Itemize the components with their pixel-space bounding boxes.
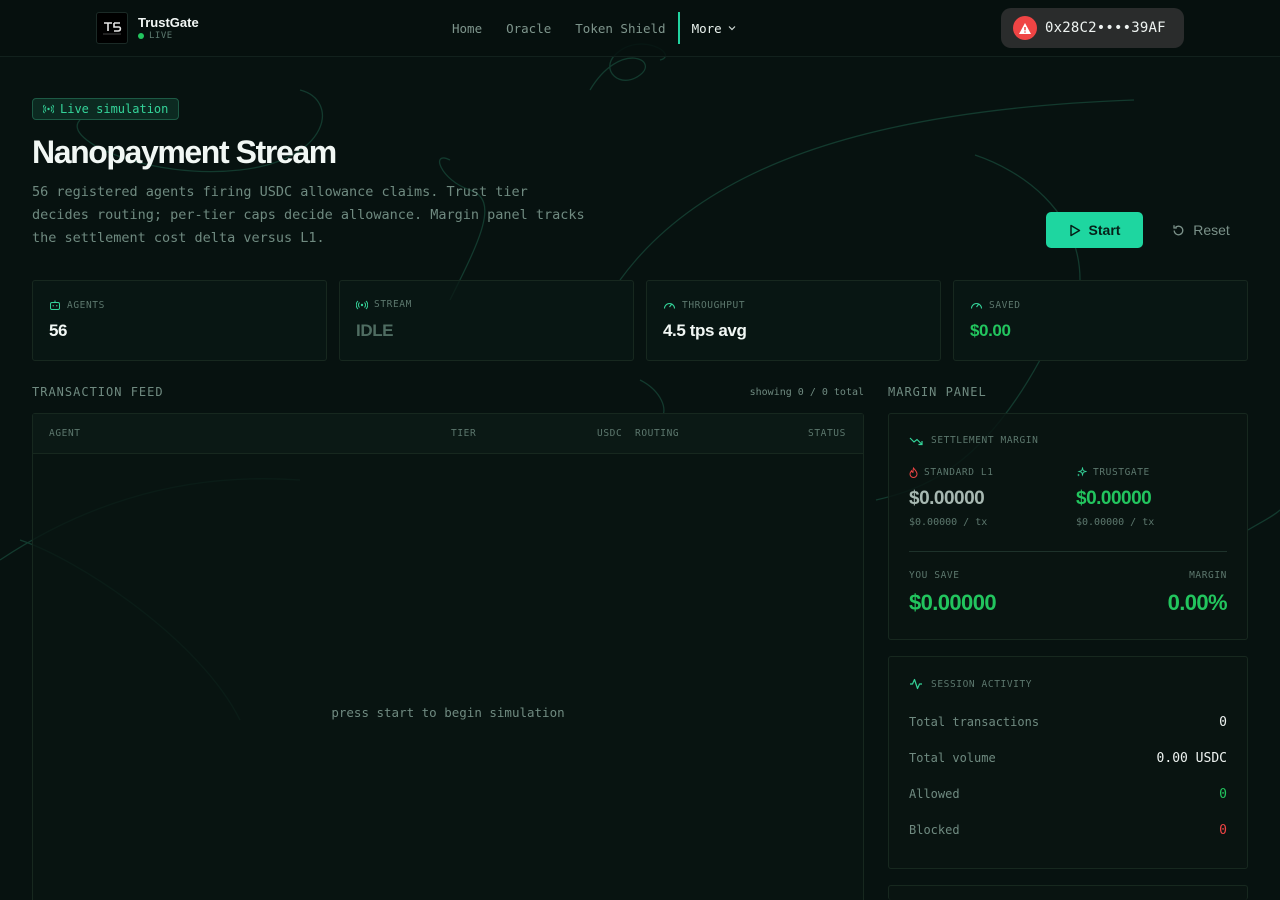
- empty-state-message: press start to begin simulation: [331, 705, 565, 720]
- stat-label-throughput: THROUGHPUT: [682, 299, 746, 311]
- settlement-margin-card: SETTLEMENT MARGIN STANDARD L1 $0.00000 $…: [888, 413, 1248, 640]
- page-title: Nanopayment Stream: [32, 134, 337, 170]
- activity-label: Blocked: [909, 823, 960, 837]
- nav-links: Home Oracle Token Shield More: [440, 12, 748, 44]
- transaction-feed-table[interactable]: AGENT TIER USDC ROUTING STATUS press sta…: [32, 413, 864, 900]
- activity-row-volume: Total volume 0.00 USDC: [909, 751, 1227, 771]
- live-dot-icon: [138, 33, 144, 39]
- column-usdc: USDC: [597, 428, 623, 439]
- column-status: STATUS: [808, 428, 846, 439]
- wallet-address: 0x28C2••••39AF: [1045, 20, 1166, 36]
- reset-button[interactable]: Reset: [1159, 212, 1243, 248]
- stat-card-throughput: THROUGHPUT 4.5 tps avg: [646, 280, 941, 361]
- brand-logo[interactable]: [96, 12, 128, 44]
- session-activity-title: SESSION ACTIVITY: [931, 678, 1033, 690]
- transaction-feed-heading: TRANSACTION FEED: [32, 385, 164, 399]
- stat-value-throughput: 4.5 tps avg: [663, 321, 747, 340]
- table-header: AGENT TIER USDC ROUTING STATUS: [33, 414, 863, 454]
- brand-status: LIVE: [138, 31, 173, 41]
- margin-label: MARGIN: [1189, 570, 1227, 581]
- nav-more-dropdown[interactable]: More: [677, 12, 748, 44]
- chevron-down-icon: [728, 26, 736, 31]
- stat-label-agents: AGENTS: [67, 299, 105, 311]
- nav-link-home[interactable]: Home: [440, 21, 494, 36]
- stat-card-stream: STREAM IDLE: [339, 280, 634, 361]
- brand-name: TrustGate: [138, 15, 199, 30]
- activity-value: 0: [1219, 823, 1227, 838]
- sparkles-icon: [1077, 467, 1087, 477]
- radio-icon: [356, 300, 368, 309]
- stat-value-agents: 56: [49, 321, 68, 340]
- standard-l1-label: STANDARD L1: [924, 467, 994, 478]
- standard-l1-value: $0.00000: [909, 488, 985, 509]
- flame-icon: [909, 467, 918, 478]
- activity-icon: [910, 678, 922, 690]
- stat-value-saved: $0.00: [970, 321, 1011, 340]
- page-subtitle: 56 registered agents firing USDC allowan…: [32, 184, 585, 246]
- nav-more-label: More: [691, 20, 722, 36]
- trustgate-per-tx: $0.00000 / tx: [1076, 517, 1155, 528]
- margin-panel-heading: MARGIN PANEL: [888, 385, 987, 399]
- stat-label-saved: SAVED: [989, 299, 1021, 311]
- nav-link-token-shield[interactable]: Token Shield: [563, 21, 677, 36]
- standard-l1-per-tx: $0.00000 / tx: [909, 517, 988, 528]
- bot-icon: [50, 300, 60, 310]
- gauge-icon: [663, 303, 676, 309]
- activity-label: Total transactions: [909, 715, 1040, 729]
- session-activity-card: SESSION ACTIVITY Total transactions 0 To…: [888, 656, 1248, 869]
- feed-count: showing 0 / 0 total: [749, 387, 864, 398]
- activity-value: 0: [1219, 715, 1227, 730]
- brand-status-label: LIVE: [149, 31, 173, 41]
- nav-link-oracle[interactable]: Oracle: [494, 21, 563, 36]
- top-nav: TrustGate LIVE Home Oracle Token Shield …: [0, 0, 1280, 57]
- trending-down-icon: [909, 437, 923, 445]
- activity-row-blocked: Blocked 0: [909, 823, 1227, 843]
- activity-label: Total volume: [909, 751, 996, 765]
- live-simulation-badge: Live simulation: [32, 98, 180, 120]
- settlement-margin-title: SETTLEMENT MARGIN: [931, 435, 1039, 446]
- you-save-label: YOU SAVE: [909, 570, 960, 581]
- activity-value: 0.00 USDC: [1156, 751, 1227, 766]
- activity-row-transactions: Total transactions 0: [909, 715, 1227, 735]
- play-icon: [1069, 224, 1080, 236]
- start-button-label: Start: [1088, 222, 1121, 238]
- column-tier: TIER: [451, 428, 477, 439]
- start-button[interactable]: Start: [1046, 212, 1143, 248]
- stat-card-saved: SAVED $0.00: [953, 280, 1248, 361]
- warning-icon: [1013, 16, 1037, 40]
- activity-value: 0: [1219, 787, 1227, 802]
- logo-mark-icon: [103, 22, 122, 35]
- activity-row-allowed: Allowed 0: [909, 787, 1227, 807]
- stat-card-agents: AGENTS 56: [32, 280, 327, 361]
- stat-value-stream: IDLE: [356, 321, 394, 340]
- column-agent: AGENT: [49, 428, 81, 439]
- next-panel-card: [888, 885, 1248, 900]
- you-save-value: $0.00000: [909, 590, 997, 615]
- activity-label: Allowed: [909, 787, 960, 801]
- trustgate-value: $0.00000: [1076, 488, 1152, 509]
- radio-icon: [43, 104, 54, 114]
- reset-button-label: Reset: [1193, 222, 1230, 238]
- live-simulation-label: Live simulation: [60, 102, 169, 116]
- gauge-icon: [970, 303, 983, 309]
- divider: [909, 551, 1227, 552]
- trustgate-label: TRUSTGATE: [1093, 467, 1150, 478]
- wallet-button[interactable]: 0x28C2••••39AF: [1001, 8, 1184, 48]
- stat-label-stream: STREAM: [374, 299, 412, 310]
- reset-icon: [1173, 224, 1184, 235]
- column-routing: ROUTING: [635, 428, 680, 439]
- margin-value: 0.00%: [1167, 590, 1228, 615]
